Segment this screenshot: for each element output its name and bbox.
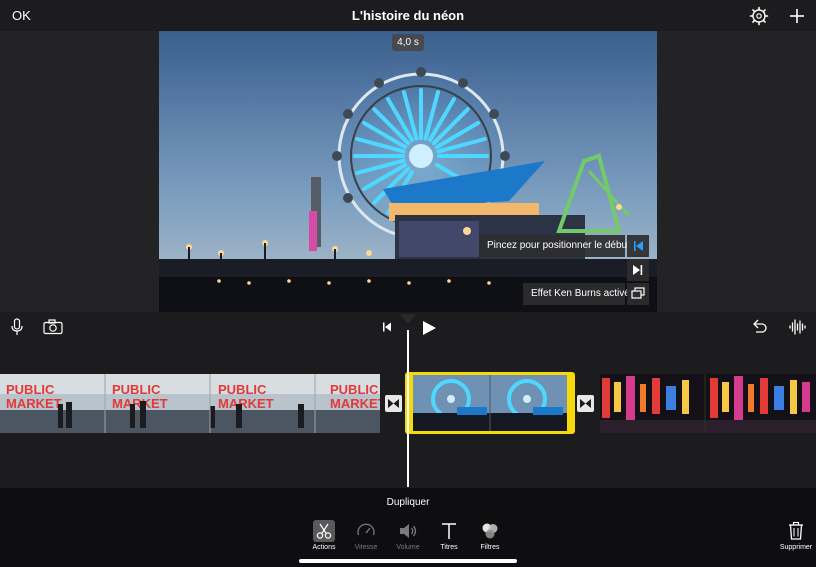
waveform-icon[interactable]: [788, 318, 806, 336]
plus-icon[interactable]: [786, 5, 808, 27]
neon-signs-thumbnail: [600, 374, 816, 433]
play-icon[interactable]: [421, 320, 437, 336]
camera-icon[interactable]: [43, 319, 63, 335]
svg-text:PUBLIC: PUBLIC: [6, 382, 55, 397]
home-indicator: [299, 559, 517, 563]
tool-label-volume: Volume: [396, 544, 420, 551]
microphone-icon[interactable]: [10, 318, 24, 336]
svg-text:MARKET: MARKET: [6, 396, 62, 411]
pinch-start-hint: Pincez pour positionner le début: [479, 235, 630, 257]
tool-speed: Vitesse: [346, 520, 386, 551]
undo-icon[interactable]: [750, 318, 768, 336]
start-position-button[interactable]: [627, 235, 649, 257]
transition-button-2[interactable]: [577, 395, 594, 412]
svg-text:MARKET: MARKET: [218, 396, 274, 411]
svg-text:PUBLIC: PUBLIC: [218, 382, 267, 397]
transition-icon: [388, 399, 399, 408]
transition-icon: [580, 399, 591, 408]
text-t-icon: [442, 523, 456, 539]
clip-neon-signs[interactable]: [600, 374, 816, 433]
ken-burns-icon: [631, 287, 645, 299]
end-position-button[interactable]: [627, 259, 649, 281]
svg-text:MARKET: MARKET: [330, 396, 380, 411]
tool-label-titles: Titres: [440, 544, 458, 551]
speaker-icon: [400, 524, 417, 538]
tool-label-filters: Filtres: [480, 544, 500, 551]
ferris-wheel-preview-image: [159, 31, 657, 312]
video-preview[interactable]: [159, 31, 657, 312]
delete-button[interactable]: Supprimer: [776, 520, 816, 551]
trash-icon: [789, 521, 803, 540]
tool-label-speed: Vitesse: [354, 544, 378, 551]
playhead[interactable]: [407, 330, 409, 487]
ken-burns-toggle[interactable]: [627, 283, 649, 305]
project-title: L'histoire du néon: [351, 8, 465, 23]
delete-label: Supprimer: [779, 544, 813, 551]
clip-public-market[interactable]: PUBLIC MARKET PUBLIC MARKET PUBLIC MARKET P…: [0, 374, 380, 433]
selected-action-title: Dupliquer: [386, 497, 430, 508]
tool-filters[interactable]: Filtres: [470, 520, 510, 551]
ferris-wheel-thumbnail: [413, 375, 567, 431]
filters-icon: [482, 523, 498, 539]
scissors-icon: [313, 520, 335, 542]
start-position-icon: [634, 241, 643, 251]
tool-actions[interactable]: Actions: [304, 520, 344, 551]
playhead-marker: [400, 314, 416, 324]
skip-to-start-icon[interactable]: [381, 321, 393, 333]
ken-burns-status: Effet Ken Burns activé: [523, 283, 630, 305]
speedometer-icon: [357, 523, 375, 536]
tool-label-actions: Actions: [312, 544, 336, 551]
svg-text:PUBLIC: PUBLIC: [330, 382, 379, 397]
svg-text:PUBLIC: PUBLIC: [112, 382, 161, 397]
end-position-icon: [633, 265, 643, 275]
svg-text:MARKET: MARKET: [112, 396, 168, 411]
duration-badge: 4,0 s: [392, 34, 424, 51]
public-market-thumbnail: PUBLICMARKET PUBLICMARKET PUBLICMARKET P…: [0, 374, 380, 433]
tool-volume: Volume: [388, 520, 428, 551]
clip-ferris-wheel-selected[interactable]: [405, 372, 575, 434]
transition-button-1[interactable]: [385, 395, 402, 412]
gear-icon[interactable]: [748, 5, 770, 27]
tool-titles[interactable]: Titres: [429, 520, 469, 551]
